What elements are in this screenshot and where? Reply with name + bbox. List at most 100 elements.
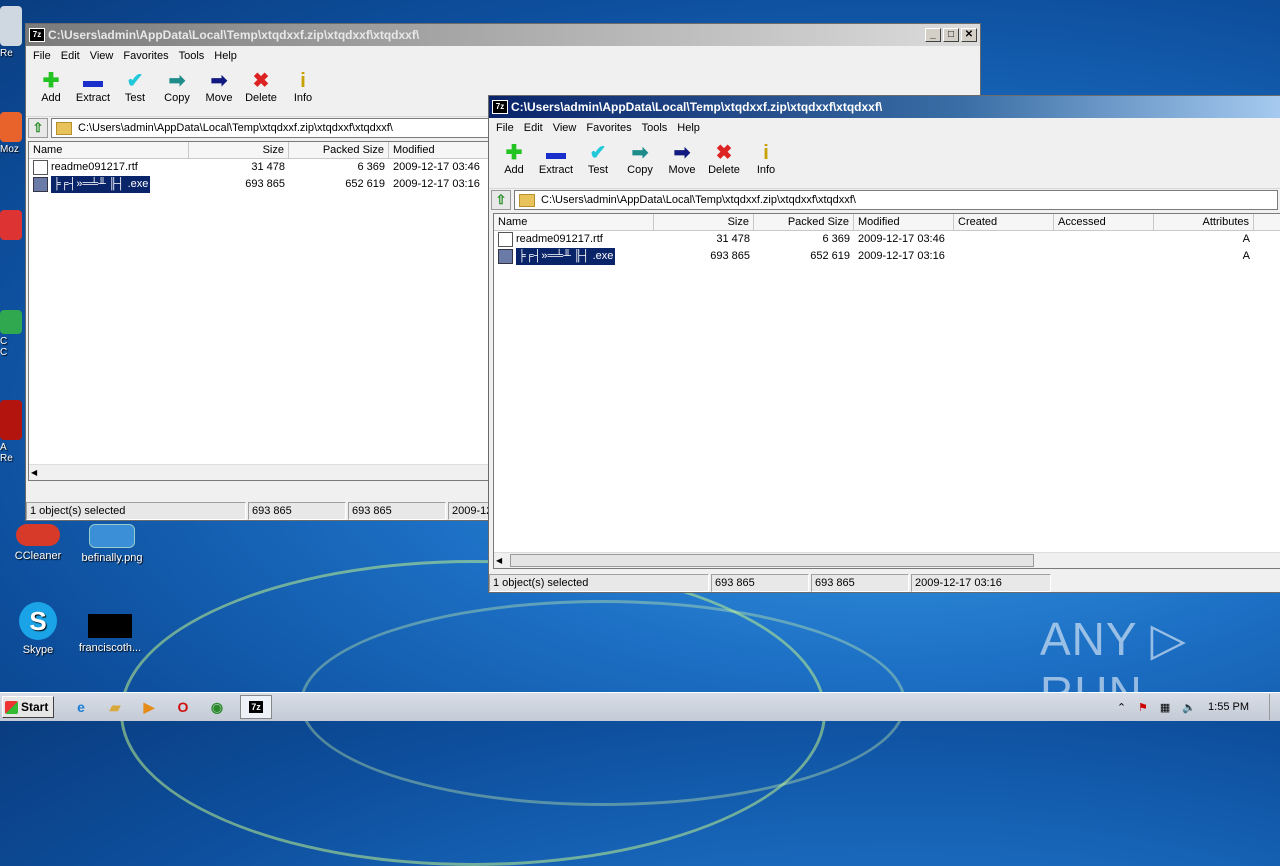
- desktop-icon-recycle[interactable]: Re: [0, 6, 24, 59]
- minus-icon: ▬: [546, 142, 566, 164]
- col-attributes[interactable]: Attributes: [1154, 214, 1254, 230]
- menu-edit[interactable]: Edit: [519, 122, 548, 134]
- add-button[interactable]: ✚ Add: [493, 142, 535, 176]
- col-packed-size[interactable]: Packed Size: [754, 214, 854, 230]
- menu-view[interactable]: View: [548, 122, 582, 134]
- clock[interactable]: 1:55 PM: [1208, 701, 1249, 713]
- file-created: [954, 248, 1054, 265]
- desktop-icon-chrome[interactable]: [0, 210, 24, 242]
- address-row: ⇧ C:\Users\admin\AppData\Local\Temp\xtqd…: [489, 188, 1280, 211]
- info-button[interactable]: i Info: [745, 142, 787, 176]
- ie-icon[interactable]: e: [70, 696, 92, 718]
- col-name[interactable]: Name: [29, 142, 189, 158]
- maximize-button[interactable]: □: [943, 28, 959, 42]
- menu-favorites[interactable]: Favorites: [581, 122, 636, 134]
- desktop-icon-c1[interactable]: C C: [0, 310, 24, 358]
- 7zip-taskbar-button[interactable]: 7z: [240, 695, 272, 719]
- col-modified[interactable]: Modified: [854, 214, 954, 230]
- info-button[interactable]: i Info: [282, 70, 324, 104]
- menu-file[interactable]: File: [28, 50, 56, 62]
- file-packed: 652 619: [345, 178, 385, 190]
- menu-tools[interactable]: Tools: [637, 122, 673, 134]
- scrollbar-thumb[interactable]: [510, 554, 1034, 567]
- black-file-icon: [88, 614, 132, 638]
- delete-button[interactable]: ✖ Delete: [240, 70, 282, 104]
- scroll-left-icon[interactable]: ◀: [31, 468, 37, 477]
- exe-file-icon: [498, 249, 513, 264]
- menu-edit[interactable]: Edit: [56, 50, 85, 62]
- scroll-left-icon[interactable]: ◀: [496, 556, 502, 565]
- col-size[interactable]: Size: [189, 142, 289, 158]
- up-folder-button[interactable]: ⇧: [28, 118, 48, 138]
- status-modified: 2009-12-17 03:16: [911, 574, 1051, 592]
- move-button[interactable]: ➡ Move: [198, 70, 240, 104]
- minimize-button[interactable]: _: [925, 28, 941, 42]
- desktop-label: Moz: [0, 144, 19, 155]
- desktop-icon-befinally[interactable]: befinally.png: [74, 524, 150, 564]
- tool-label: Extract: [538, 164, 574, 176]
- col-size[interactable]: Size: [654, 214, 754, 230]
- desktop-icon-label: franciscoth...: [78, 642, 142, 654]
- col-name[interactable]: Name: [494, 214, 654, 230]
- action-center-icon[interactable]: ⚑: [1138, 701, 1148, 714]
- extract-button[interactable]: ▬ Extract: [72, 70, 114, 104]
- file-size: 31 478: [716, 233, 750, 245]
- opera-icon[interactable]: O: [172, 696, 194, 718]
- explorer-icon[interactable]: ▰: [104, 696, 126, 718]
- menu-help[interactable]: Help: [672, 122, 705, 134]
- desktop-icon-francisco[interactable]: franciscoth...: [72, 614, 148, 654]
- tool-label: Info: [293, 92, 313, 104]
- file-accessed: [1054, 248, 1154, 265]
- menu-file[interactable]: File: [491, 122, 519, 134]
- acrobat-icon: [0, 400, 22, 440]
- file-row[interactable]: readme091217.rtf 31 478 6 369 2009-12-17…: [494, 231, 1280, 248]
- windows-flag-icon: [5, 700, 18, 714]
- 7zip-window-front[interactable]: 7z C:\Users\admin\AppData\Local\Temp\xtq…: [488, 95, 1280, 593]
- media-player-icon[interactable]: ▶: [138, 696, 160, 718]
- firefox-icon: [0, 112, 22, 142]
- status-size: 693 865: [248, 502, 346, 520]
- file-row[interactable]: ╞╒┤»═╧╨ ╟┤ .exe 693 865 652 619 2009-12-…: [494, 248, 1280, 265]
- menu-view[interactable]: View: [85, 50, 119, 62]
- move-button[interactable]: ➡ Move: [661, 142, 703, 176]
- test-button[interactable]: ✔ Test: [577, 142, 619, 176]
- menu-tools[interactable]: Tools: [174, 50, 210, 62]
- close-button[interactable]: ✕: [961, 28, 977, 42]
- menu-favorites[interactable]: Favorites: [118, 50, 173, 62]
- start-button[interactable]: Start: [2, 696, 54, 718]
- tool-label: Test: [587, 164, 609, 176]
- col-packed-size[interactable]: Packed Size: [289, 142, 389, 158]
- desktop-icon-skype[interactable]: S Skype: [0, 602, 76, 656]
- col-created[interactable]: Created: [954, 214, 1054, 230]
- col-accessed[interactable]: Accessed: [1054, 214, 1154, 230]
- volume-icon[interactable]: 🔈: [1182, 701, 1196, 714]
- show-desktop-button[interactable]: [1269, 694, 1280, 720]
- desktop-icon-firefox[interactable]: Moz: [0, 112, 24, 155]
- desktop-icon-ccleaner[interactable]: CCleaner: [0, 524, 76, 562]
- address-bar[interactable]: C:\Users\admin\AppData\Local\Temp\xtqdxx…: [514, 190, 1278, 210]
- status-packed: 693 865: [811, 574, 909, 592]
- file-list[interactable]: Name Size Packed Size Modified Created A…: [493, 213, 1280, 569]
- status-selection: 1 object(s) selected: [489, 574, 709, 592]
- menu-help[interactable]: Help: [209, 50, 242, 62]
- system-tray: ⌃ ⚑ ▦ 🔈 1:55 PM: [1117, 693, 1280, 721]
- tray-expand-icon[interactable]: ⌃: [1117, 701, 1126, 714]
- test-button[interactable]: ✔ Test: [114, 70, 156, 104]
- up-folder-button[interactable]: ⇧: [491, 190, 511, 210]
- minus-icon: ▬: [83, 70, 103, 92]
- title-bar[interactable]: 7z C:\Users\admin\AppData\Local\Temp\xtq…: [26, 24, 980, 46]
- file-size: 693 865: [710, 250, 750, 262]
- skype-icon: S: [19, 602, 57, 640]
- horizontal-scrollbar[interactable]: ◀: [494, 552, 1280, 568]
- delete-button[interactable]: ✖ Delete: [703, 142, 745, 176]
- chrome-icon[interactable]: ◉: [206, 696, 228, 718]
- copy-button[interactable]: ➡ Copy: [619, 142, 661, 176]
- title-bar[interactable]: 7z C:\Users\admin\AppData\Local\Temp\xtq…: [489, 96, 1280, 118]
- move-arrow-icon: ➡: [673, 142, 691, 164]
- copy-button[interactable]: ➡ Copy: [156, 70, 198, 104]
- extract-button[interactable]: ▬ Extract: [535, 142, 577, 176]
- col-modified[interactable]: Modified: [389, 142, 499, 158]
- network-icon[interactable]: ▦: [1160, 701, 1170, 714]
- add-button[interactable]: ✚ Add: [30, 70, 72, 104]
- desktop-icon-acrobat[interactable]: A Re: [0, 400, 24, 464]
